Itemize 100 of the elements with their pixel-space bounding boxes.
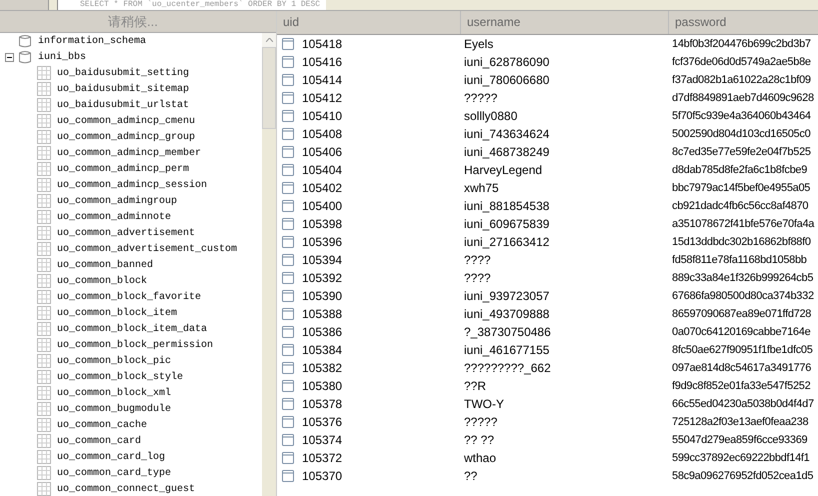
table-cell: ????? xyxy=(464,415,498,429)
tree-item[interactable]: uo_common_adminnote xyxy=(57,212,172,222)
table-icon xyxy=(37,82,51,96)
table-cell: d7df8849891aeb7d4609c9628 xyxy=(672,92,814,104)
table-cell: iuni_461677155 xyxy=(464,343,550,357)
record-icon xyxy=(282,290,294,302)
tree-item[interactable]: uo_common_admincp_session xyxy=(57,180,208,190)
table-cell: 55047d279ea859f6cce93369 xyxy=(672,434,808,446)
tree-item[interactable]: uo_common_banned xyxy=(57,260,154,270)
table-cell: Eyels xyxy=(464,37,494,51)
tree-item[interactable]: uo_common_card xyxy=(57,436,142,446)
tree-item[interactable]: uo_common_admincp_cmenu xyxy=(57,116,196,126)
tree-item[interactable]: uo_common_admincp_perm xyxy=(57,164,190,174)
record-icon xyxy=(282,434,294,446)
table-cell: iuni_881854538 xyxy=(464,199,550,213)
table-cell: 105400 xyxy=(302,199,342,213)
record-icon xyxy=(282,398,294,410)
table-cell: 5002590d804d103cd16505c0 xyxy=(672,128,810,140)
tree-item[interactable]: uo_common_block xyxy=(57,276,148,286)
record-icon xyxy=(282,380,294,392)
loading-status: 请稍候... xyxy=(0,11,276,33)
record-icon xyxy=(282,416,294,428)
tree-item[interactable]: uo_common_cache xyxy=(57,420,148,430)
table-cell: ?????????_662 xyxy=(464,361,551,375)
table-icon xyxy=(37,194,51,208)
tree-item[interactable]: uo_common_block_permission xyxy=(57,340,214,350)
table-cell: 105376 xyxy=(302,415,342,429)
tree-item[interactable]: uo_common_advertisement_custom xyxy=(57,244,238,254)
tree-item[interactable]: uo_common_block_xml xyxy=(57,388,172,398)
table-cell: 105410 xyxy=(302,109,342,123)
table-cell: bbc7979ac14f5bef0e4955a05 xyxy=(672,182,810,194)
toolbar-tab[interactable] xyxy=(0,0,49,10)
table-cell: xwh75 xyxy=(464,181,499,195)
table-cell: 599cc37892ec69222bbdf14f1 xyxy=(672,452,810,464)
table-cell: 105384 xyxy=(302,343,342,357)
table-cell: 58c9a096276952fd052cea1d5 xyxy=(672,470,814,482)
table-cell: 105402 xyxy=(302,181,342,195)
tree-item[interactable]: uo_common_connect_guest xyxy=(57,484,196,494)
table-cell: TWO-Y xyxy=(464,397,504,411)
tree-item[interactable]: uo_baidusubmit_urlstat xyxy=(57,100,190,110)
tree-item[interactable]: uo_common_bugmodule xyxy=(57,404,172,414)
scroll-up-icon[interactable] xyxy=(262,33,276,47)
table-icon xyxy=(37,66,51,80)
table-cell: HarveyLegend xyxy=(464,163,542,177)
tree-item[interactable]: uo_common_card_log xyxy=(57,452,166,462)
tree-item[interactable]: uo_common_admincp_member xyxy=(57,148,202,158)
table-cell: ?? xyxy=(464,469,478,483)
tree-item[interactable]: uo_common_card_type xyxy=(57,468,172,478)
tree-item[interactable]: uo_common_block_favorite xyxy=(57,292,202,302)
table-cell: 105398 xyxy=(302,217,342,231)
tree-item[interactable]: information_schema xyxy=(38,36,146,46)
tree-item[interactable]: uo_baidusubmit_setting xyxy=(57,68,190,78)
record-icon xyxy=(282,110,294,122)
record-icon xyxy=(282,272,294,284)
table-cell: 5f70f5c939e4a364060b43464 xyxy=(672,110,811,122)
table-cell: iuni_493709888 xyxy=(464,307,550,321)
tree-item[interactable]: iuni_bbs xyxy=(38,52,86,62)
tree-item[interactable]: uo_common_advertisement xyxy=(57,228,196,238)
table-icon xyxy=(37,386,51,400)
table-cell: 105392 xyxy=(302,271,342,285)
record-icon xyxy=(282,38,294,50)
table-cell: 105378 xyxy=(302,397,342,411)
table-icon xyxy=(37,162,51,176)
table-cell: 105418 xyxy=(302,37,342,51)
tree-item[interactable]: uo_common_block_item xyxy=(57,308,178,318)
scrollbar[interactable] xyxy=(262,33,276,496)
tree-item[interactable]: uo_common_block_style xyxy=(57,372,184,382)
table-icon xyxy=(37,130,51,144)
table-cell: ?_38730750486 xyxy=(464,325,551,339)
record-icon xyxy=(282,164,294,176)
table-cell: sollly0880 xyxy=(464,109,518,123)
table-cell: iuni_743634624 xyxy=(464,127,550,141)
table-cell: 66c55ed04230a5038b0d4f4d7 xyxy=(672,398,814,410)
table-cell: 105406 xyxy=(302,145,342,159)
table-icon xyxy=(37,178,51,192)
tree-item[interactable]: uo_common_admincp_group xyxy=(57,132,196,142)
column-header[interactable]: uid xyxy=(277,11,461,34)
table-icon xyxy=(37,418,51,432)
tree-item[interactable]: uo_common_admingroup xyxy=(57,196,178,206)
tree-item[interactable]: uo_common_block_pic xyxy=(57,356,172,366)
table-cell: ????? xyxy=(464,91,498,105)
record-icon xyxy=(282,218,294,230)
column-header[interactable]: password xyxy=(669,11,818,34)
table-icon xyxy=(37,322,51,336)
table-cell: ???? xyxy=(464,271,491,285)
table-cell: iuni_271663412 xyxy=(464,235,550,249)
collapse-icon[interactable] xyxy=(4,52,14,62)
column-header[interactable]: username xyxy=(461,11,669,34)
table-cell: 725128a2f03e13aef0feaa238 xyxy=(672,416,808,428)
table-icon xyxy=(37,146,51,160)
table-cell: 15d13ddbdc302b16862bf88f0 xyxy=(672,236,811,248)
tree-item[interactable]: uo_common_block_item_data xyxy=(57,324,208,334)
table-cell: 105414 xyxy=(302,73,342,87)
record-icon xyxy=(282,452,294,464)
table-cell: 105394 xyxy=(302,253,342,267)
table-cell: 105372 xyxy=(302,451,342,465)
table-icon xyxy=(37,402,51,416)
tree-item[interactable]: uo_baidusubmit_sitemap xyxy=(57,84,190,94)
scroll-thumb[interactable] xyxy=(262,47,276,129)
table-icon xyxy=(37,242,51,256)
